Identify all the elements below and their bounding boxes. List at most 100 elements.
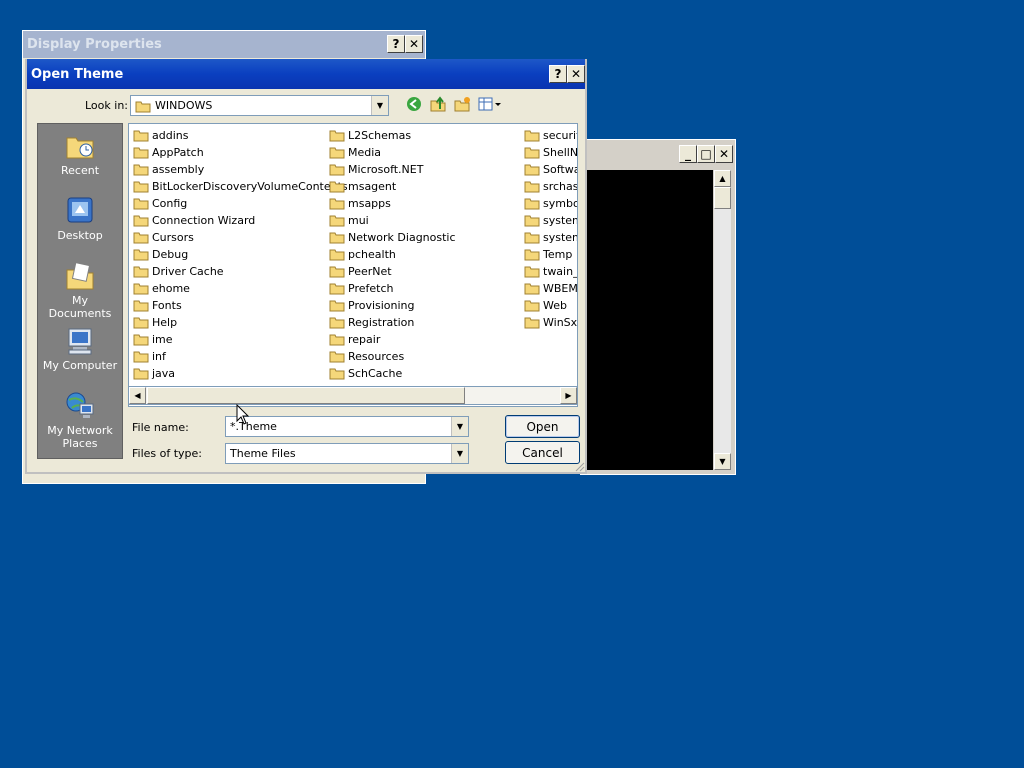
folder-name: ehome	[152, 282, 190, 295]
scroll-left-arrow-icon[interactable]: ◀	[129, 387, 146, 404]
file-list-horizontal-scrollbar[interactable]: ◀ ▶	[128, 386, 578, 405]
folder-item[interactable]: Microsoft.NET	[329, 161, 456, 178]
folder-item[interactable]: inf	[133, 348, 348, 365]
folder-item[interactable]: L2Schemas	[329, 127, 456, 144]
folder-name: Fonts	[152, 299, 182, 312]
folder-item[interactable]: Registration	[329, 314, 456, 331]
horizontal-scroll-thumb[interactable]	[147, 387, 465, 404]
folder-item[interactable]: ehome	[133, 280, 348, 297]
my-documents-icon	[66, 262, 94, 290]
folder-name: SchCache	[348, 367, 403, 380]
place-label: My Computer	[42, 359, 118, 372]
console-titlebar[interactable]: _ □ ✕	[581, 140, 735, 168]
console-output[interactable]	[587, 170, 713, 470]
folder-item[interactable]: Temp	[524, 246, 577, 263]
place-desktop[interactable]: Desktop	[40, 195, 120, 260]
folder-item[interactable]: Media	[329, 144, 456, 161]
place-label: Recent	[60, 164, 100, 177]
folder-item[interactable]: ime	[133, 331, 348, 348]
places-bar: Recent Desktop My Documents My Computer …	[37, 123, 123, 459]
folder-name: Prefetch	[348, 282, 394, 295]
console-close-button[interactable]: ✕	[715, 145, 733, 163]
folder-item[interactable]: Softwar	[524, 161, 577, 178]
folder-item[interactable]: repair	[329, 331, 456, 348]
console-minimize-button[interactable]: _	[679, 145, 697, 163]
file-name-input[interactable]: *.Theme ▼	[225, 416, 469, 437]
open-button[interactable]: Open	[505, 415, 580, 438]
chevron-down-icon[interactable]: ▼	[371, 96, 388, 115]
folder-name: inf	[152, 350, 166, 363]
place-recent[interactable]: Recent	[40, 130, 120, 195]
folder-item[interactable]: Resources	[329, 348, 456, 365]
folder-item[interactable]: WinSxS	[524, 314, 577, 331]
folder-item[interactable]: BitLockerDiscoveryVolumeContents	[133, 178, 348, 195]
folder-icon	[133, 334, 149, 346]
resize-grip-icon[interactable]	[573, 460, 585, 472]
folder-name: msagent	[348, 180, 397, 193]
files-of-type-dropdown[interactable]: Theme Files ▼	[225, 443, 469, 464]
folder-item[interactable]: Provisioning	[329, 297, 456, 314]
folder-item[interactable]: SchCache	[329, 365, 456, 382]
folder-item[interactable]: Cursors	[133, 229, 348, 246]
chevron-down-icon[interactable]: ▼	[451, 444, 468, 463]
file-name-label: File name:	[132, 421, 189, 434]
file-list[interactable]: addins AppPatch assembly BitLockerDiscovery…	[128, 123, 578, 407]
files-of-type-value: Theme Files	[230, 447, 296, 460]
place-my-computer[interactable]: My Computer	[40, 325, 120, 390]
up-folder-icon[interactable]	[429, 95, 447, 113]
folder-item[interactable]: Config	[133, 195, 348, 212]
folder-item[interactable]: Prefetch	[329, 280, 456, 297]
folder-item[interactable]: pchealth	[329, 246, 456, 263]
chevron-down-icon[interactable]: ▼	[451, 417, 468, 436]
scroll-down-arrow-icon[interactable]: ▼	[714, 453, 731, 470]
folder-item[interactable]: system	[524, 212, 577, 229]
place-my-documents[interactable]: My Documents	[40, 260, 120, 325]
view-menu-icon[interactable]	[477, 95, 503, 113]
file-name-value[interactable]: *.Theme	[226, 420, 451, 433]
folder-icon	[133, 266, 149, 278]
folder-item[interactable]: WBEM	[524, 280, 578, 297]
place-my-network-places[interactable]: My Network Places	[40, 390, 120, 455]
open-theme-titlebar[interactable]: Open Theme ? ✕	[27, 59, 585, 89]
folder-item[interactable]: twain_3	[524, 263, 577, 280]
folder-item[interactable]: system3	[524, 229, 577, 246]
folder-item[interactable]: AppPatch	[133, 144, 348, 161]
folder-name: WBEM	[543, 282, 578, 295]
scroll-up-arrow-icon[interactable]: ▲	[714, 170, 731, 187]
folder-item[interactable]: Debug	[133, 246, 348, 263]
folder-name: twain_3	[543, 265, 577, 278]
folder-name: Config	[152, 197, 188, 210]
folder-item[interactable]: Web	[524, 297, 577, 314]
folder-item[interactable]: mui	[329, 212, 456, 229]
folder-item[interactable]: Network Diagnostic	[329, 229, 456, 246]
folder-item[interactable]: assembly	[133, 161, 348, 178]
folder-item[interactable]: security	[524, 127, 577, 144]
folder-item[interactable]: java	[133, 365, 348, 382]
display-properties-titlebar[interactable]: Display Properties ? ✕	[23, 31, 425, 58]
new-folder-icon[interactable]	[453, 95, 471, 113]
folder-item[interactable]: Driver Cache	[133, 263, 348, 280]
folder-item[interactable]: addins	[133, 127, 348, 144]
open-theme-help-button[interactable]: ?	[549, 65, 567, 83]
display-properties-close-button[interactable]: ✕	[405, 35, 423, 53]
open-theme-close-button[interactable]: ✕	[567, 65, 585, 83]
console-maximize-button[interactable]: □	[697, 145, 715, 163]
folder-item[interactable]: PeerNet	[329, 263, 456, 280]
look-in-dropdown[interactable]: WINDOWS ▼	[130, 95, 389, 116]
folder-item[interactable]: Help	[133, 314, 348, 331]
folder-item[interactable]: Connection Wizard	[133, 212, 348, 229]
folder-item[interactable]: srchass	[524, 178, 577, 195]
cancel-button[interactable]: Cancel	[505, 441, 580, 464]
folder-item[interactable]: msagent	[329, 178, 456, 195]
folder-item[interactable]: symbols	[524, 195, 577, 212]
folder-item[interactable]: Fonts	[133, 297, 348, 314]
back-icon[interactable]	[405, 95, 423, 113]
scroll-right-arrow-icon[interactable]: ▶	[560, 387, 577, 404]
display-properties-help-button[interactable]: ?	[387, 35, 405, 53]
folder-name: Microsoft.NET	[348, 163, 424, 176]
console-vertical-scrollbar[interactable]: ▲ ▼	[714, 170, 731, 470]
folder-item[interactable]: msapps	[329, 195, 456, 212]
place-label: My Network Places	[47, 424, 113, 450]
folder-item[interactable]: ShellNe	[524, 144, 577, 161]
console-scroll-thumb[interactable]	[714, 187, 731, 209]
